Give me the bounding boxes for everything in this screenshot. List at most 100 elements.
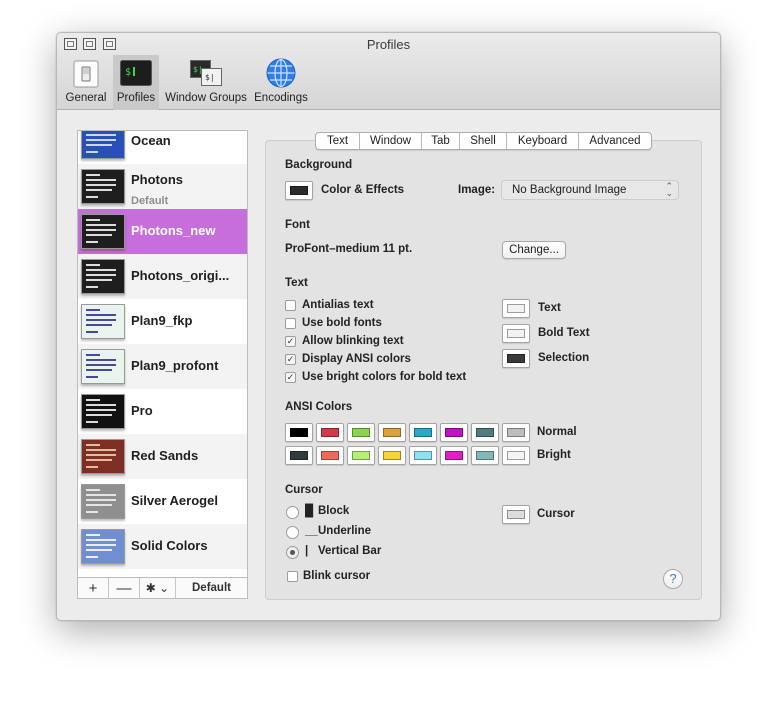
profile-item[interactable]: Ocean — [78, 131, 247, 164]
toolbar-profiles[interactable]: $ Profiles — [113, 55, 159, 110]
thumbnail-line — [86, 449, 116, 451]
profile-item[interactable]: Pro — [78, 389, 247, 434]
text-option-checkbox[interactable]: ✓ — [285, 372, 296, 383]
profile-thumbnail — [81, 529, 125, 564]
tab-keyboard[interactable]: Keyboard — [507, 133, 579, 149]
ansi-bright-color-well[interactable] — [347, 446, 375, 465]
svg-text:$|: $| — [205, 73, 215, 82]
tab-advanced[interactable]: Advanced — [579, 133, 651, 149]
color-swatch — [445, 451, 463, 460]
set-default-button[interactable]: Default — [176, 578, 247, 598]
thumbnail-line — [86, 466, 98, 468]
terminal-icon: $ — [120, 60, 152, 86]
ansi-bright-color-well[interactable] — [471, 446, 499, 465]
ansi-normal-color-well[interactable] — [409, 423, 437, 442]
color-swatch — [507, 428, 525, 437]
text-option-checkbox[interactable]: ✓ — [285, 336, 296, 347]
thumbnail-line — [86, 489, 100, 491]
profile-item[interactable]: Photons Default — [78, 164, 247, 209]
thumbnail-line — [86, 331, 98, 333]
ansi-normal-color-well[interactable] — [440, 423, 468, 442]
thumbnail-line — [86, 319, 116, 321]
thumbnail-line — [86, 354, 100, 356]
color-swatch — [445, 428, 463, 437]
thumbnail-line — [86, 144, 112, 146]
ansi-bright-color-well[interactable] — [502, 446, 530, 465]
tab-shell[interactable]: Shell — [460, 133, 507, 149]
window-title: Profiles — [366, 37, 411, 52]
text-option-checkbox[interactable] — [285, 318, 296, 329]
color-swatch — [507, 354, 525, 363]
general-switch-icon — [73, 60, 99, 88]
thumbnail-line — [86, 241, 98, 243]
toolbar-window-groups[interactable]: $| $| Window Groups — [161, 55, 251, 110]
profile-item[interactable]: Silver Aerogel — [78, 479, 247, 524]
thumbnail-line — [86, 549, 112, 551]
text-color-label: Selection — [538, 352, 590, 364]
cursor-shape-label: Underline — [318, 525, 372, 537]
color-swatch — [507, 329, 525, 338]
blink-cursor-checkbox[interactable] — [287, 571, 298, 582]
thumbnail-line — [86, 444, 100, 446]
thumbnail-line — [86, 409, 116, 411]
ansi-normal-color-well[interactable] — [347, 423, 375, 442]
thumbnail-line — [86, 269, 116, 271]
tab-window[interactable]: Window — [360, 133, 422, 149]
cursor-shape-radio[interactable] — [286, 526, 299, 539]
thumbnail-line — [86, 359, 116, 361]
ansi-bright-color-well[interactable] — [378, 446, 406, 465]
text-option-checkbox[interactable]: ✓ — [285, 354, 296, 365]
text-option-checkbox[interactable] — [285, 300, 296, 311]
toolbar-encodings[interactable]: Encodings — [253, 55, 309, 110]
text-color-well[interactable] — [502, 349, 530, 368]
background-color-well[interactable] — [285, 181, 313, 200]
ansi-normal-color-well[interactable] — [316, 423, 344, 442]
profile-item[interactable]: Photons_origi... — [78, 254, 247, 299]
ansi-bright-color-well[interactable] — [316, 446, 344, 465]
profile-name: Solid Colors — [131, 538, 208, 553]
ansi-bright-color-well[interactable] — [440, 446, 468, 465]
profile-item[interactable]: Plan9_profont — [78, 344, 247, 389]
help-button[interactable]: ? — [663, 569, 683, 589]
background-image-select[interactable]: No Background Image ⌃ ⌄ — [501, 180, 679, 200]
text-option-label: Antialias text — [302, 299, 374, 311]
ansi-normal-color-well[interactable] — [285, 423, 313, 442]
remove-profile-button[interactable]: — — [109, 578, 140, 598]
ansi-bright-color-well[interactable] — [409, 446, 437, 465]
profile-item[interactable]: Solid Colors — [78, 524, 247, 569]
toolbar-general[interactable]: General — [63, 55, 109, 110]
thumbnail-line — [86, 399, 100, 401]
profile-name: Photons — [131, 172, 183, 187]
cursor-color-well[interactable] — [502, 505, 530, 524]
text-option-label: Display ANSI colors — [302, 353, 411, 365]
ansi-bright-color-well[interactable] — [285, 446, 313, 465]
thumbnail-line — [86, 234, 112, 236]
tab-tab[interactable]: Tab — [422, 133, 460, 149]
cursor-shape-radio[interactable] — [286, 546, 299, 559]
blink-cursor-label: Blink cursor — [303, 570, 371, 582]
color-swatch — [507, 304, 525, 313]
tab-text[interactable]: Text — [316, 133, 360, 149]
color-swatch — [507, 451, 525, 460]
text-color-well[interactable] — [502, 299, 530, 318]
ansi-normal-color-well[interactable] — [502, 423, 530, 442]
profile-list[interactable]: Ocean Photons Default Photons_new Photons_or… — [77, 130, 248, 599]
thumbnail-line — [86, 314, 116, 316]
profile-item[interactable]: Red Sands — [78, 434, 247, 479]
ansi-normal-color-well[interactable] — [378, 423, 406, 442]
thumbnail-line — [86, 219, 100, 221]
gear-menu-button[interactable]: ✱ ⌄ — [140, 578, 176, 598]
ansi-normal-color-well[interactable] — [471, 423, 499, 442]
change-font-button[interactable]: Change... — [502, 241, 566, 259]
color-swatch — [383, 451, 401, 460]
add-profile-button[interactable]: + — [78, 578, 109, 598]
toolbar-encodings-label: Encodings — [254, 92, 308, 104]
thumbnail-line — [86, 494, 116, 496]
cursor-shape-radio[interactable] — [286, 506, 299, 519]
text-color-well[interactable] — [502, 324, 530, 343]
profile-item[interactable]: Photons_new — [78, 209, 247, 254]
profile-item[interactable]: Plan9_fkp — [78, 299, 247, 344]
thumbnail-line — [86, 504, 112, 506]
background-image-value: No Background Image — [512, 184, 627, 196]
thumbnail-line — [86, 139, 116, 141]
